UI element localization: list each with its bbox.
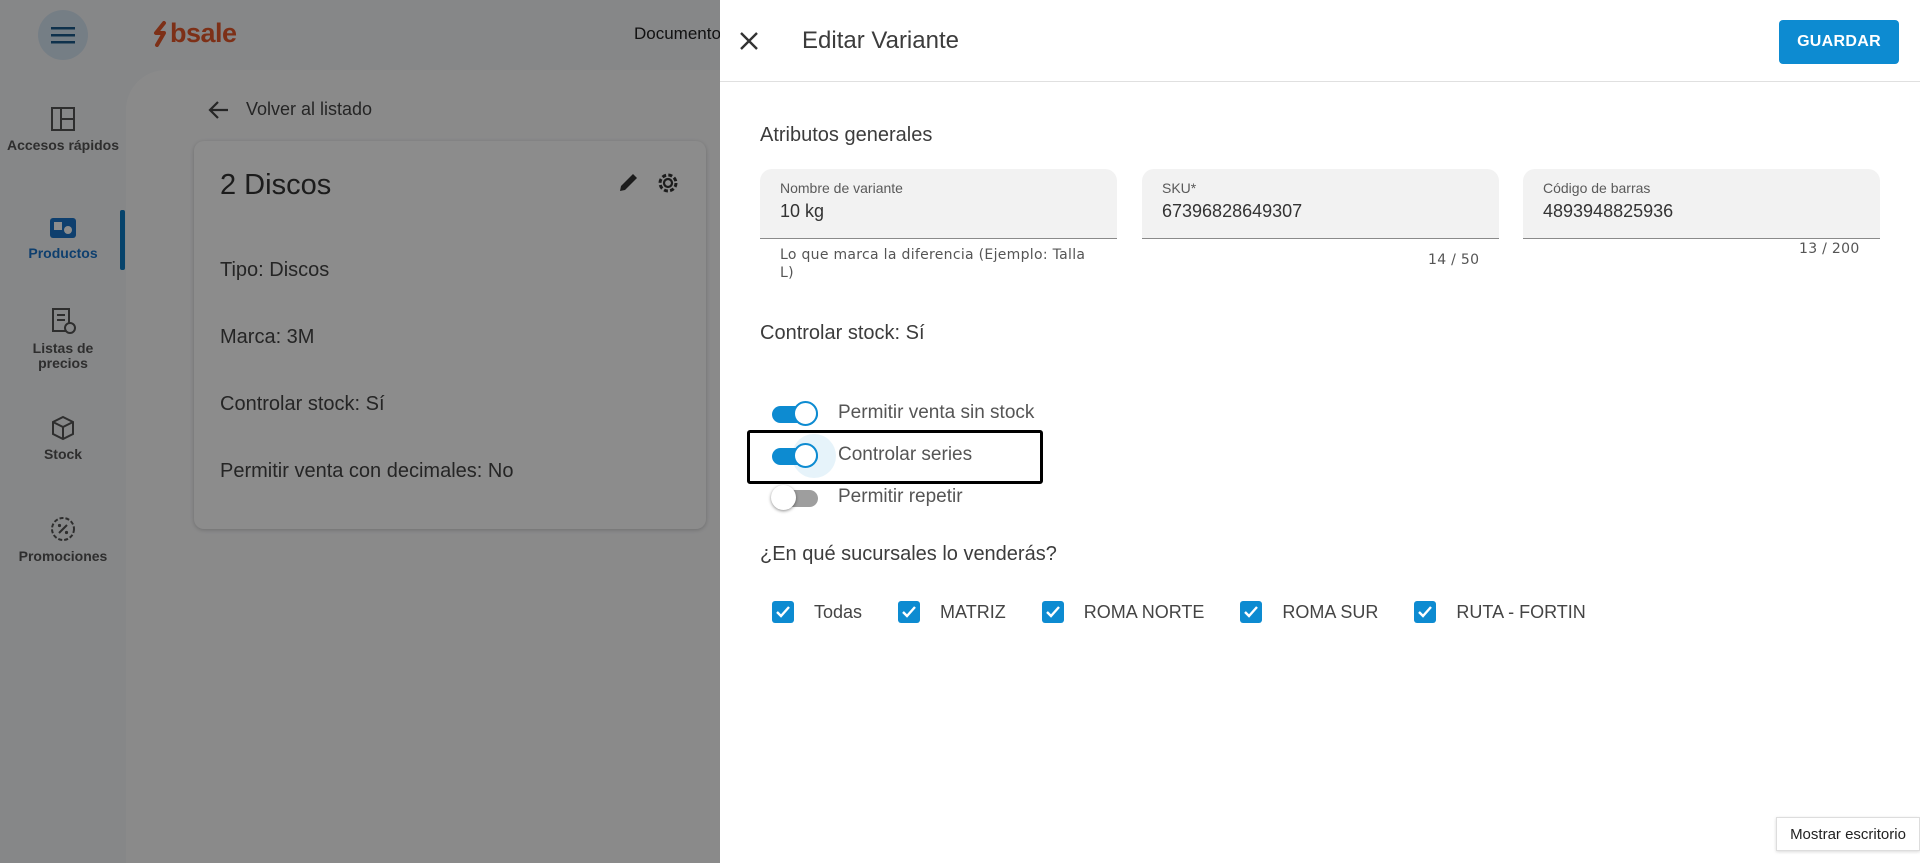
branch-roma-sur[interactable]: ROMA SUR	[1240, 601, 1378, 623]
close-icon	[740, 32, 758, 50]
stock-control-title: Controlar stock: Sí	[760, 322, 925, 344]
barcode-input[interactable]	[1543, 201, 1863, 222]
barcode-counter: 13 / 200	[1799, 241, 1860, 257]
drawer-title: Editar Variante	[802, 27, 959, 54]
drawer-header: Editar Variante GUARDAR	[720, 0, 1920, 82]
toggle-label: Permitir venta sin stock	[838, 402, 1035, 423]
toggle-allow-repeat[interactable]: Permitir repetir	[771, 485, 963, 510]
save-button[interactable]: GUARDAR	[1779, 20, 1899, 64]
branch-label: ROMA SUR	[1282, 601, 1379, 622]
sku-input[interactable]	[1162, 201, 1482, 222]
highlight-box	[747, 430, 1043, 484]
branch-label: RUTA - FORTIN	[1456, 601, 1586, 622]
branch-todas[interactable]: Todas	[772, 601, 862, 623]
toggle-allow-no-stock[interactable]: Permitir venta sin stock	[772, 401, 1035, 426]
close-button[interactable]	[734, 26, 764, 56]
edit-variant-drawer: Editar Variante GUARDAR Atributos genera…	[720, 0, 1920, 863]
branches-list: Todas MATRIZ ROMA NORTE ROMA SUR RUTA - …	[772, 601, 1622, 623]
toggle-switch[interactable]	[772, 401, 818, 426]
field-label: Código de barras	[1543, 180, 1651, 196]
field-label: SKU*	[1162, 180, 1197, 196]
sku-counter: 14 / 50	[1428, 252, 1480, 268]
sku-field[interactable]: SKU*	[1142, 169, 1499, 239]
toggle-switch[interactable]	[771, 485, 818, 510]
checkbox-checked-icon[interactable]	[898, 601, 921, 623]
variant-name-field[interactable]: Nombre de variante	[760, 169, 1117, 239]
checkbox-checked-icon[interactable]	[1414, 601, 1437, 623]
checkbox-checked-icon[interactable]	[1041, 601, 1064, 623]
branch-label: MATRIZ	[940, 601, 1006, 622]
show-desktop-tooltip: Mostrar escritorio	[1776, 817, 1920, 851]
branches-title: ¿En qué sucursales lo venderás?	[760, 543, 1057, 565]
branch-ruta-fortin[interactable]: RUTA - FORTIN	[1414, 601, 1586, 623]
branch-label: ROMA NORTE	[1083, 601, 1205, 622]
branch-roma-norte[interactable]: ROMA NORTE	[1041, 601, 1205, 623]
checkbox-checked-icon[interactable]	[1240, 601, 1263, 623]
branch-label: Todas	[814, 601, 863, 622]
variant-name-input[interactable]	[780, 201, 1100, 222]
field-label: Nombre de variante	[780, 180, 903, 196]
toggle-label: Permitir repetir	[838, 486, 963, 507]
checkbox-checked-icon[interactable]	[772, 601, 794, 623]
general-attributes-title: Atributos generales	[760, 124, 933, 146]
barcode-field[interactable]: Código de barras	[1523, 169, 1880, 239]
branch-matriz[interactable]: MATRIZ	[898, 601, 1006, 623]
variant-name-hint: Lo que marca la diferencia (Ejemplo: Tal…	[780, 247, 1086, 281]
